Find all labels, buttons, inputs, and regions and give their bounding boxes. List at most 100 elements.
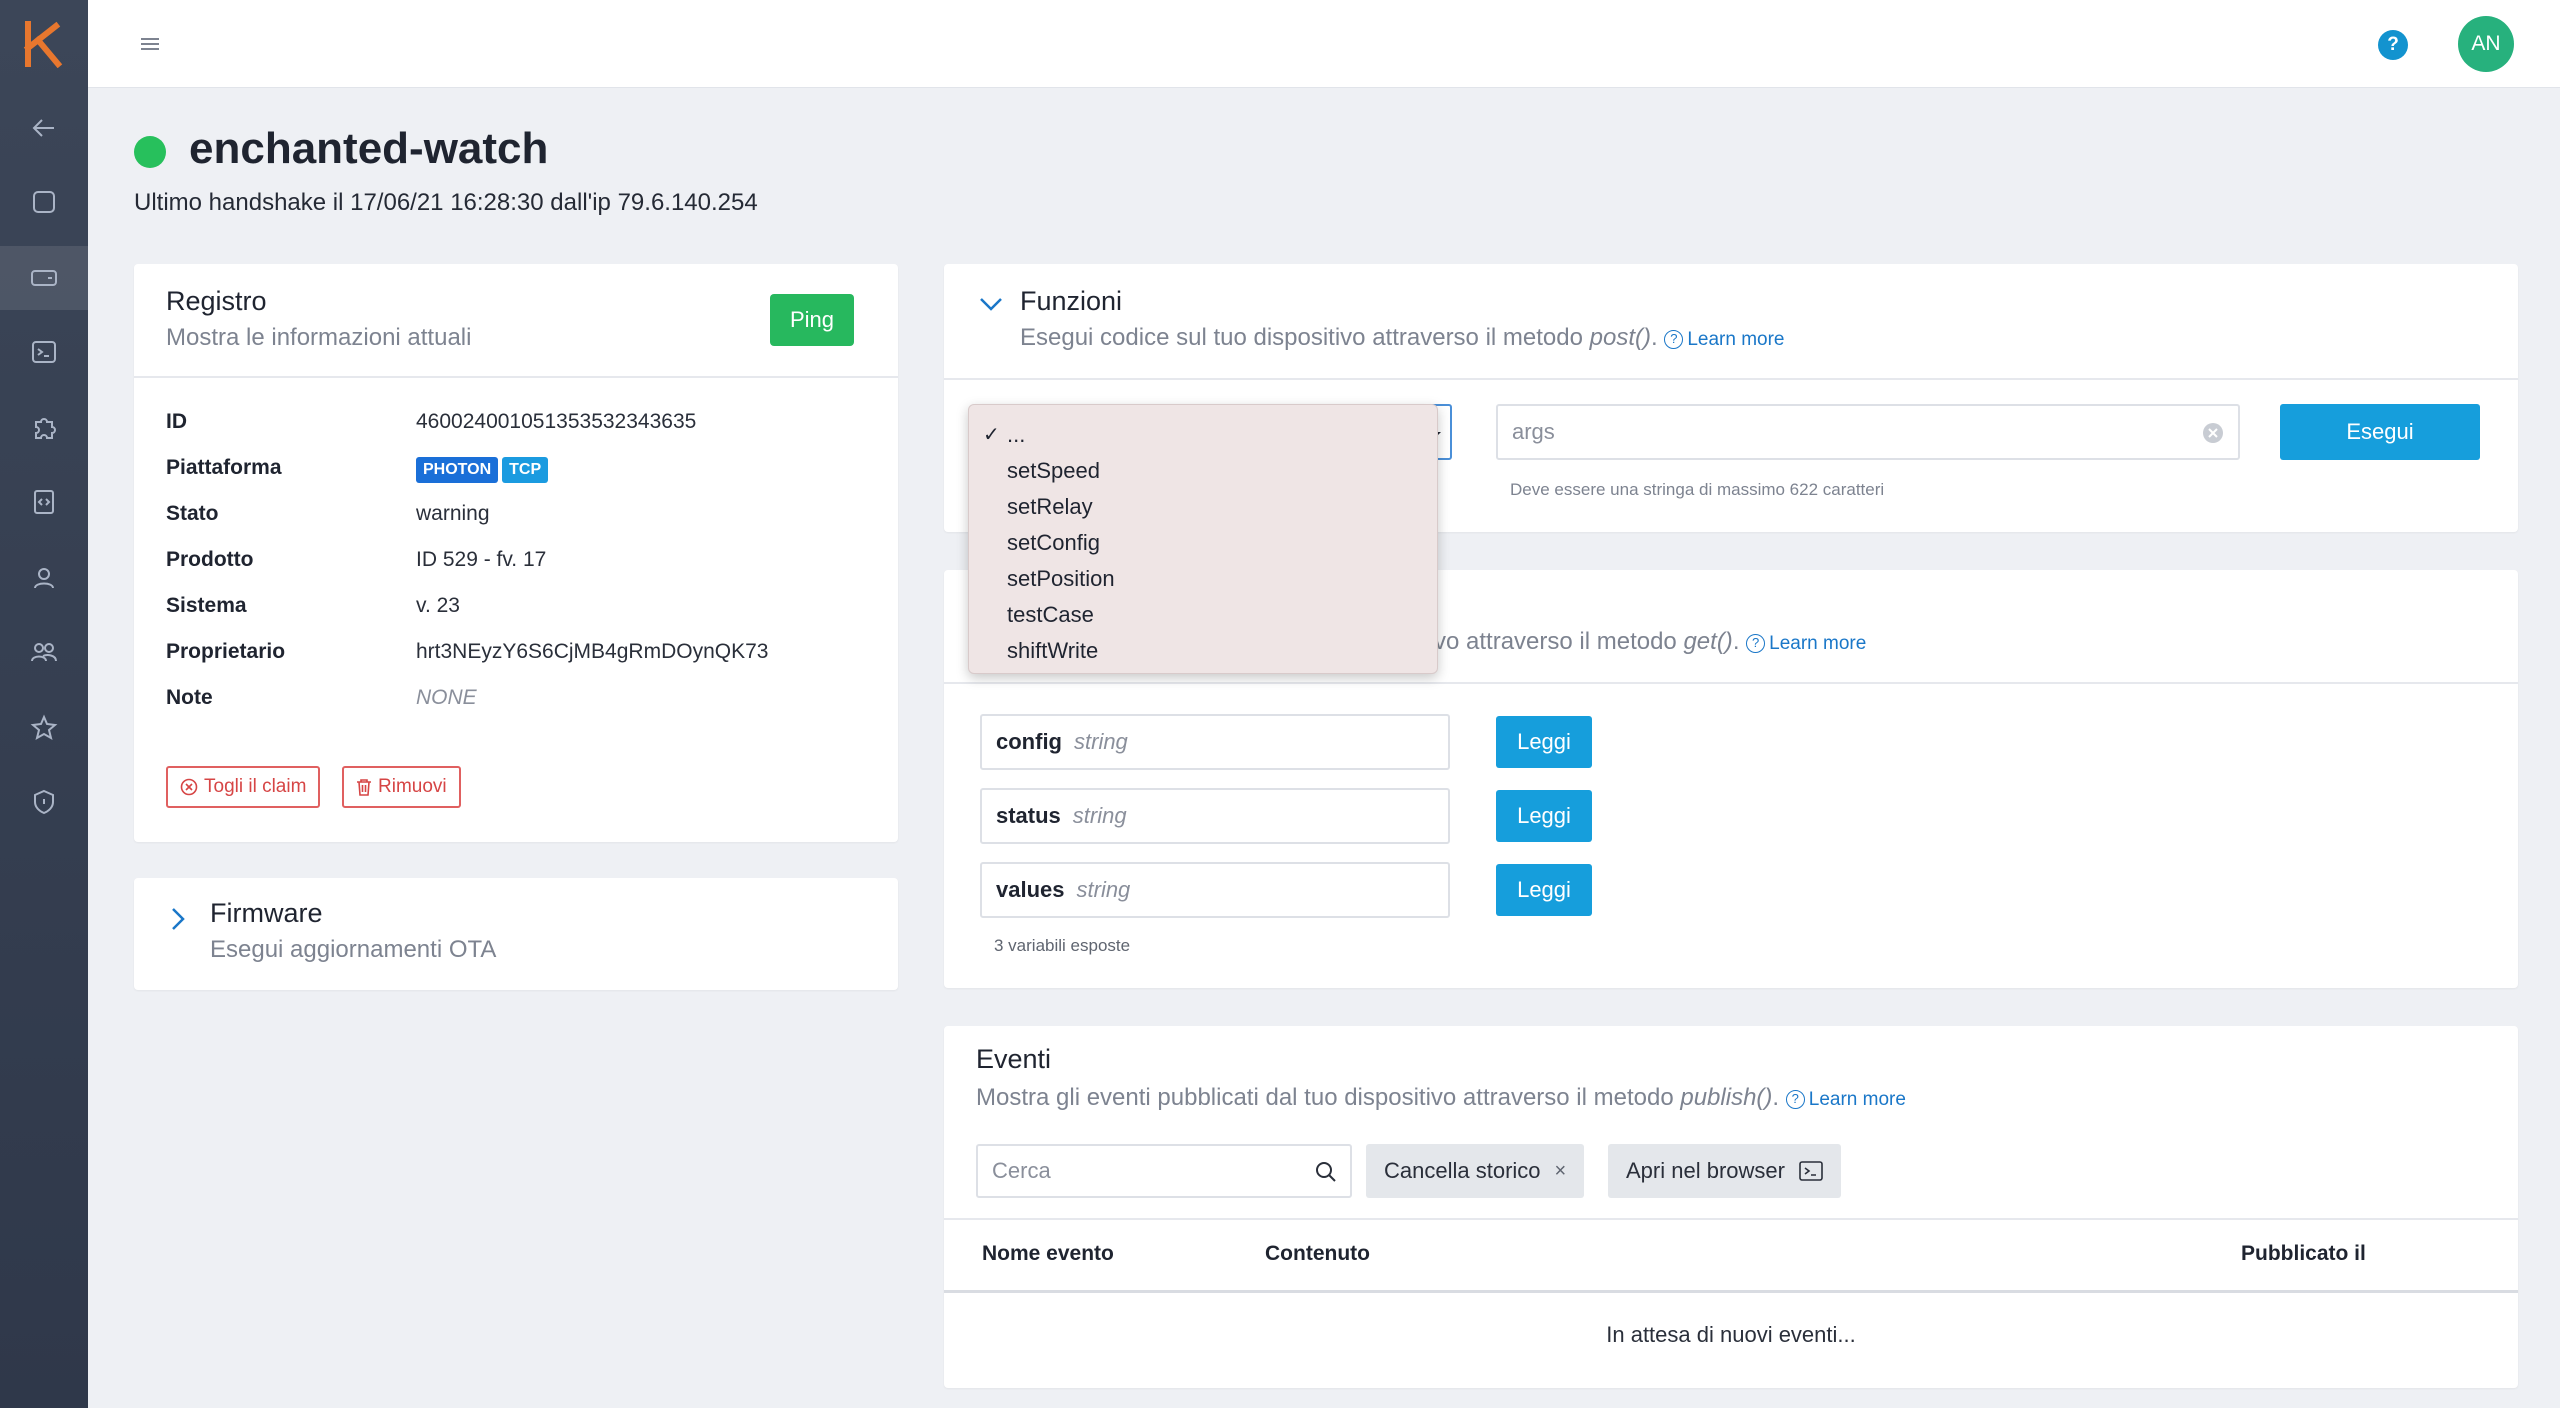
nav-devices[interactable] xyxy=(0,246,88,310)
run-function-button[interactable]: Esegui xyxy=(2280,404,2480,460)
eventi-title: Eventi xyxy=(976,1044,1052,1074)
nav-favorites[interactable] xyxy=(0,696,88,760)
events-empty-state: In attesa di nuovi eventi... xyxy=(1606,1322,1856,1347)
eventi-subtitle: Mostra gli eventi pubblicati dal tuo dis… xyxy=(976,1084,1906,1112)
learn-more-label: Learn more xyxy=(1808,1089,1906,1110)
nav-console[interactable] xyxy=(0,320,88,384)
dropdown-option[interactable]: setRelay xyxy=(1007,489,1093,525)
dropdown-option[interactable]: shiftWrite xyxy=(1007,633,1098,669)
info-label: Stato xyxy=(166,502,219,525)
search-placeholder: Cerca xyxy=(992,1158,1051,1183)
unclaim-button[interactable]: Togli il claim xyxy=(166,766,321,808)
variable-field-config: config string xyxy=(980,714,1450,770)
sidebar xyxy=(0,0,88,1408)
variable-field-values: values string xyxy=(980,862,1450,918)
funzioni-divider xyxy=(944,378,2518,380)
search-icon[interactable] xyxy=(1314,1160,1338,1184)
function-dropdown-menu: ✓ ... setSpeed setRelay setConfig setPos… xyxy=(968,404,1438,674)
args-placeholder: args xyxy=(1512,419,1555,444)
info-row-product: Prodotto ID 529 - fv. 17 xyxy=(166,548,546,578)
nav-back[interactable] xyxy=(0,96,88,160)
handshake-info: Ultimo handshake il 17/06/21 16:28:30 da… xyxy=(134,189,758,216)
eventi-card: Eventi Mostra gli eventi pubblicati dal … xyxy=(944,1026,2518,1388)
variables-count: 3 variabili esposte xyxy=(994,936,1131,955)
trash-icon xyxy=(357,779,371,796)
help-icon[interactable]: ? xyxy=(2378,30,2408,60)
info-row-platform: Piattaforma PHOTON TCP xyxy=(166,456,552,486)
menu-toggle-button[interactable] xyxy=(138,32,162,56)
registro-title: Registro xyxy=(166,286,267,316)
events-divider xyxy=(944,1218,2518,1220)
info-row-owner: Proprietario hrt3NEyzY6S6CjMB4gRmDOynQK7… xyxy=(166,640,768,670)
funzioni-subtitle-end: . xyxy=(1650,324,1658,351)
chevron-right-icon[interactable] xyxy=(170,906,186,932)
clear-input-icon[interactable] xyxy=(2202,422,2224,444)
info-value: hrt3NEyzY6S6CjMB4gRmDOynQK73 xyxy=(416,640,769,663)
read-values-button[interactable]: Leggi xyxy=(1496,864,1592,916)
users-icon xyxy=(31,643,57,662)
read-config-button[interactable]: Leggi xyxy=(1496,716,1592,768)
remove-label: Rimuovi xyxy=(378,776,447,797)
firmware-subtitle: Esegui aggiornamenti OTA xyxy=(210,936,497,963)
square-icon xyxy=(33,191,55,213)
dropdown-option[interactable]: setPosition xyxy=(1007,561,1115,597)
variabili-subtitle-end: . xyxy=(1732,628,1740,655)
ping-button[interactable]: Ping xyxy=(770,294,854,346)
column-header-published[interactable]: Pubblicato il xyxy=(2241,1242,2366,1266)
dropdown-option[interactable]: setConfig xyxy=(1007,525,1100,561)
variabili-method: get() xyxy=(1683,628,1733,655)
remove-button[interactable]: Rimuovi xyxy=(342,766,461,808)
column-header-event-name[interactable]: Nome evento xyxy=(982,1242,1114,1266)
variabili-subtitle: vo attraverso il metodo get(). ? Learn mo… xyxy=(1434,628,1866,656)
nav-security[interactable] xyxy=(0,770,88,834)
info-row-id: ID 460024001051353532343635 xyxy=(166,410,696,440)
info-row-notes: Note NONE xyxy=(166,686,477,716)
dropdown-option[interactable]: ... xyxy=(1007,417,1025,453)
puzzle-icon xyxy=(35,418,56,439)
code-file-icon xyxy=(34,490,54,514)
clear-history-label: Cancella storico xyxy=(1384,1158,1541,1183)
info-value: ID 529 - fv. 17 xyxy=(416,548,547,571)
firmware-card[interactable]: Firmware Esegui aggiornamenti OTA xyxy=(134,878,898,990)
platform-tag-tcp: TCP xyxy=(502,457,549,483)
info-label: Piattaforma xyxy=(166,456,282,479)
info-row-system: Sistema v. 23 xyxy=(166,594,460,624)
args-input[interactable]: args xyxy=(1496,404,2240,460)
avatar[interactable]: AN xyxy=(2458,16,2514,72)
help-circle-icon: ? xyxy=(1746,634,1766,654)
top-bar: ? AN xyxy=(88,0,2560,88)
nav-overview[interactable] xyxy=(0,170,88,234)
firmware-title: Firmware xyxy=(210,898,323,928)
nav-code[interactable] xyxy=(0,470,88,534)
hamburger-icon xyxy=(141,38,159,50)
column-header-content[interactable]: Contenuto xyxy=(1265,1242,1370,1266)
close-icon: × xyxy=(1554,1159,1567,1182)
open-in-browser-button[interactable]: Apri nel browser xyxy=(1608,1144,1841,1198)
info-value: NONE xyxy=(416,686,477,709)
clear-history-button[interactable]: Cancella storico × xyxy=(1366,1144,1585,1198)
learn-more-label: Learn more xyxy=(1769,633,1867,654)
device-icon xyxy=(31,270,57,286)
registro-subtitle: Mostra le informazioni attuali xyxy=(166,324,472,351)
app-logo[interactable] xyxy=(0,0,88,88)
variable-type: string xyxy=(1072,803,1127,828)
funzioni-title: Funzioni xyxy=(1020,286,1123,316)
page-title: enchanted-watch xyxy=(189,124,549,173)
nav-integrations[interactable] xyxy=(0,396,88,460)
dropdown-option[interactable]: testCase xyxy=(1007,597,1094,633)
variable-name: values xyxy=(996,877,1065,902)
variabili-learn-more-link[interactable]: ? Learn more xyxy=(1746,633,1866,654)
eventi-learn-more-link[interactable]: ? Learn more xyxy=(1785,1089,1906,1110)
star-icon xyxy=(30,714,58,741)
online-status-dot xyxy=(134,136,166,168)
chevron-down-icon[interactable] xyxy=(978,296,1004,312)
arrow-left-icon xyxy=(32,119,54,137)
read-status-button[interactable]: Leggi xyxy=(1496,790,1592,842)
nav-team[interactable] xyxy=(0,620,88,684)
platform-tag-photon: PHOTON xyxy=(416,457,499,483)
terminal-window-icon xyxy=(1799,1161,1823,1181)
nav-user[interactable] xyxy=(0,546,88,610)
dropdown-option[interactable]: setSpeed xyxy=(1007,453,1100,489)
funzioni-learn-more-link[interactable]: ? Learn more xyxy=(1664,329,1785,350)
events-search-input[interactable]: Cerca xyxy=(976,1144,1352,1198)
